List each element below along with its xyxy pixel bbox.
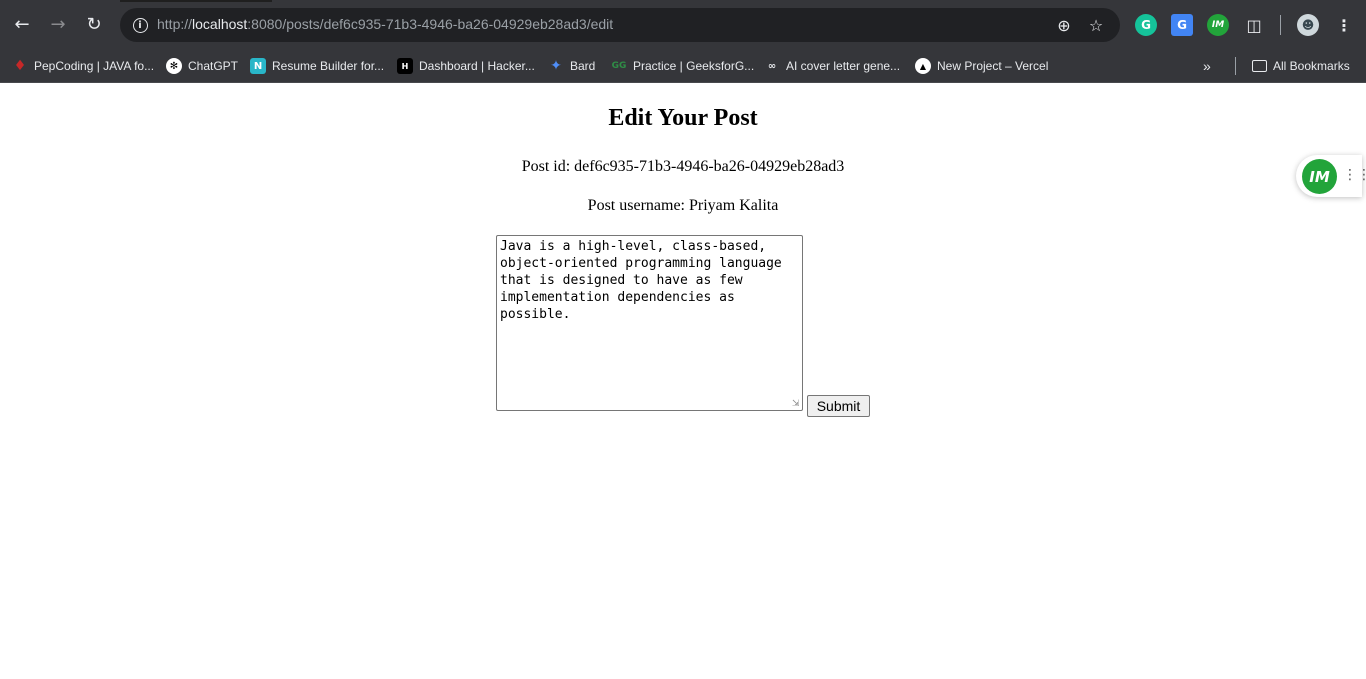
bookmarks-bar: ♦ PepCoding | JAVA fo... ✻ ChatGPT N Res…	[0, 50, 1366, 83]
bookmarks-overflow-button[interactable]: »	[1203, 54, 1211, 78]
active-tab-indicator	[120, 0, 272, 2]
bookmark-star-icon[interactable]: ☆	[1084, 13, 1108, 37]
bookmark-bard[interactable]: ✦ Bard	[548, 54, 595, 78]
im-logo-icon[interactable]: IM	[1302, 159, 1337, 194]
profile-avatar-icon[interactable]: ☻	[1297, 14, 1319, 36]
bard-icon: ✦	[550, 58, 562, 74]
extensions-puzzle-icon[interactable]: ◫	[1243, 14, 1265, 36]
toolbar-divider	[1280, 15, 1281, 35]
bookmark-label: AI cover letter gene...	[786, 59, 901, 73]
browser-toolbar: ← → ↻ i http://localhost:8080/posts/def6…	[0, 0, 1366, 50]
bookmark-label: PepCoding | JAVA fo...	[34, 59, 155, 73]
post-content-textarea[interactable]: Java is a high-level, class-based, objec…	[496, 235, 803, 411]
all-bookmarks-button[interactable]: All Bookmarks	[1252, 54, 1350, 78]
bookmark-label: Resume Builder for...	[272, 59, 385, 73]
bookmark-label: New Project – Vercel	[937, 59, 1049, 73]
page-title: Edit Your Post	[608, 105, 758, 131]
vercel-icon: ▲	[915, 58, 931, 74]
grammarly-extension-icon[interactable]: G	[1135, 14, 1157, 36]
folder-icon	[1252, 60, 1267, 72]
reload-icon: ↻	[86, 13, 102, 35]
bookmark-label: Bard	[570, 59, 596, 73]
url-text[interactable]: http://localhost:8080/posts/def6c935-71b…	[157, 16, 613, 32]
post-username-text: Post username: Priyam Kalita	[587, 197, 779, 214]
bookmark-label: ChatGPT	[188, 59, 239, 73]
url-scheme: http://	[157, 16, 193, 32]
resume-builder-icon: N	[250, 58, 266, 74]
back-button[interactable]: ←	[8, 10, 36, 38]
post-id-text: Post id: def6c935-71b3-4946-ba26-04929eb…	[521, 158, 845, 175]
info-icon: i	[132, 17, 148, 33]
zoom-icon[interactable]: ⊕	[1052, 13, 1076, 37]
chevron-double-right-icon: »	[1203, 58, 1211, 74]
url-path: :8080/posts/def6c935-71b3-4946-ba26-0492…	[247, 16, 614, 32]
bookmark-resume-builder[interactable]: N Resume Builder for...	[250, 54, 384, 78]
bookmark-pepcoding[interactable]: ♦ PepCoding | JAVA fo...	[12, 54, 154, 78]
chatgpt-icon: ✻	[166, 58, 182, 74]
bookmark-label: Practice | GeeksforG...	[633, 59, 755, 73]
drag-handle-icon[interactable]: ⋮⋮	[1343, 167, 1366, 183]
im-extension-icon[interactable]: IM	[1207, 14, 1229, 36]
forward-button[interactable]: →	[44, 10, 72, 38]
bookmarks-divider	[1235, 57, 1236, 75]
page-content: Edit Your Post Post id: def6c935-71b3-49…	[0, 83, 1366, 679]
ai-cover-letter-icon: ∞	[767, 60, 777, 72]
all-bookmarks-label: All Bookmarks	[1273, 59, 1350, 73]
hackerrank-icon: H	[397, 58, 413, 74]
google-translate-extension-icon[interactable]: G	[1171, 14, 1193, 36]
bookmark-chatgpt[interactable]: ✻ ChatGPT	[166, 54, 238, 78]
bookmark-ai-cover-letter[interactable]: ∞ AI cover letter gene...	[764, 54, 900, 78]
site-info-button[interactable]: i	[128, 13, 152, 37]
back-arrow-icon: ←	[14, 13, 30, 35]
reload-button[interactable]: ↻	[80, 10, 108, 38]
bookmark-hackerrank[interactable]: H Dashboard | Hacker...	[397, 54, 535, 78]
bookmark-vercel[interactable]: ▲ New Project – Vercel	[915, 54, 1048, 78]
forward-arrow-icon: →	[50, 13, 66, 35]
bookmark-label: Dashboard | Hacker...	[419, 59, 535, 73]
more-menu-icon[interactable]: ⋮	[1333, 14, 1355, 36]
url-host: localhost	[192, 16, 248, 32]
pepcoding-icon: ♦	[13, 58, 27, 74]
address-bar[interactable]: i http://localhost:8080/posts/def6c935-7…	[120, 8, 1120, 42]
im-floating-widget[interactable]: IM ⋮⋮	[1296, 155, 1366, 197]
submit-button[interactable]: Submit	[807, 395, 870, 417]
geeksforgeeks-icon: GG	[611, 61, 627, 71]
bookmark-geeksforgeeks[interactable]: GG Practice | GeeksforG...	[611, 54, 755, 78]
